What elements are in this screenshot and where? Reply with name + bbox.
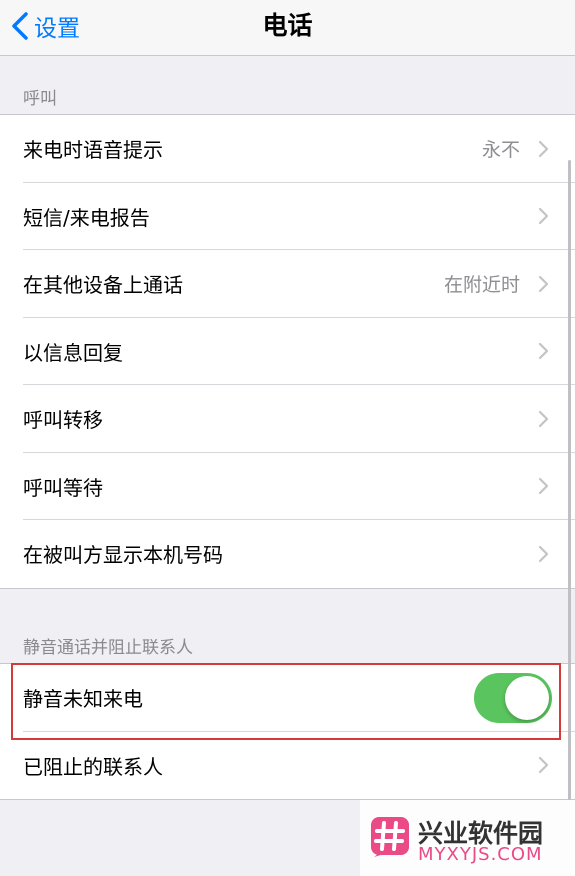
watermark-url: MYXYJS.COM	[418, 844, 543, 865]
row-respond-with-text[interactable]: 以信息回复	[0, 318, 575, 385]
row-show-caller-id[interactable]: 在被叫方显示本机号码	[0, 520, 575, 588]
section-header-calls: 呼叫	[23, 89, 57, 109]
row-label: 以信息回复	[23, 340, 123, 365]
row-calls-on-other-devices[interactable]: 在其他设备上通话 在附近时	[0, 250, 575, 318]
row-call-waiting[interactable]: 呼叫等待	[0, 453, 575, 520]
row-blocked-contacts[interactable]: 已阻止的联系人	[0, 732, 575, 800]
row-announce-calls[interactable]: 来电时语音提示 永不	[0, 115, 575, 183]
row-label: 来电时语音提示	[23, 138, 163, 163]
chevron-right-icon	[538, 478, 549, 495]
chevron-right-icon	[538, 140, 549, 157]
toggle-knob	[505, 675, 549, 720]
row-sms-call-reporting[interactable]: 短信/来电报告	[0, 183, 575, 250]
row-label: 在被叫方显示本机号码	[23, 543, 223, 568]
row-call-forwarding[interactable]: 呼叫转移	[0, 385, 575, 453]
row-label: 静音未知来电	[23, 687, 143, 712]
watermark-logo-icon	[371, 817, 409, 857]
row-value: 在附近时	[443, 274, 520, 297]
chevron-right-icon	[538, 343, 549, 360]
calls-group: 来电时语音提示 永不 短信/来电报告 在其他设备上通话 在附近时 以信息回复 呼…	[0, 114, 575, 589]
row-silence-unknown-callers: 静音未知来电	[0, 664, 575, 732]
silence-group: 静音未知来电 已阻止的联系人	[0, 663, 575, 800]
navigation-bar: 设置 电话	[0, 0, 575, 56]
row-label: 呼叫等待	[23, 475, 103, 500]
chevron-right-icon	[538, 410, 549, 427]
section-header-silence: 静音通话并阻止联系人	[23, 638, 193, 658]
row-value: 永不	[481, 139, 520, 162]
chevron-right-icon	[538, 545, 549, 562]
row-label: 已阻止的联系人	[23, 754, 163, 779]
silence-unknown-callers-toggle[interactable]	[474, 672, 552, 723]
row-label: 在其他设备上通话	[23, 273, 183, 298]
chevron-right-icon	[538, 208, 549, 225]
page-title: 电话	[262, 11, 313, 40]
scrollbar[interactable]	[568, 160, 571, 800]
row-label: 呼叫转移	[23, 408, 103, 433]
chevron-right-icon	[538, 275, 549, 292]
row-label: 短信/来电报告	[23, 205, 150, 230]
watermark: 兴业软件园 MYXYJS.COM	[360, 800, 575, 876]
chevron-right-icon	[538, 757, 549, 774]
